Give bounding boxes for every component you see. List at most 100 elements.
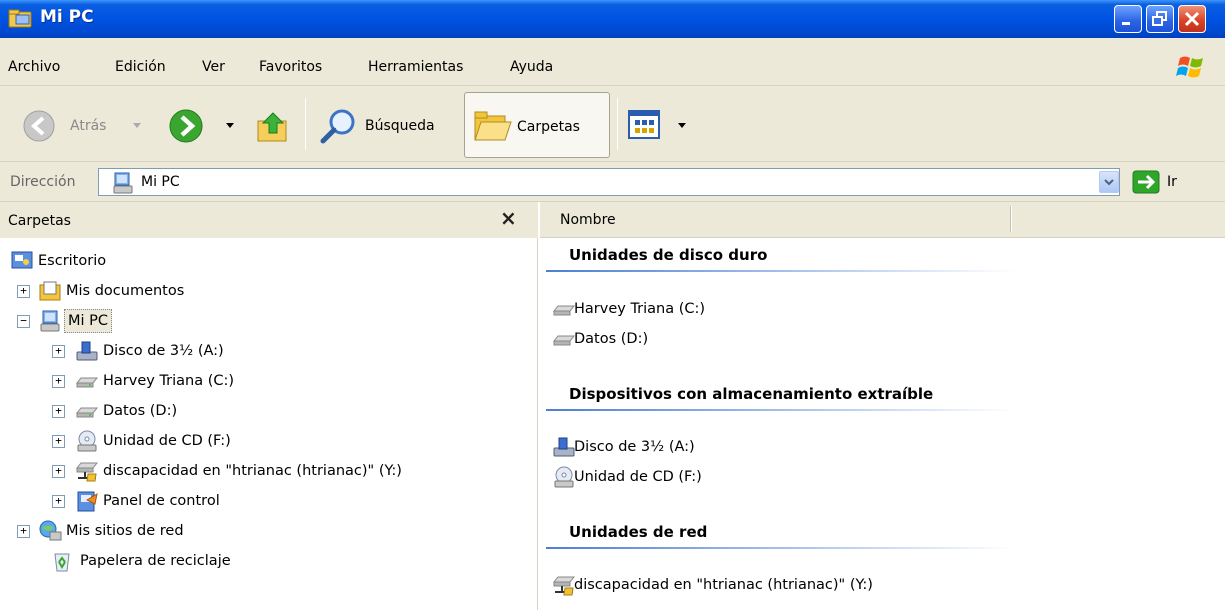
tree-item-escritorio[interactable]: Escritorio <box>0 248 500 276</box>
forward-dropdown-icon[interactable] <box>225 122 235 130</box>
tree-label: Mis documentos <box>66 283 185 299</box>
go-button-label[interactable]: Ir <box>1167 174 1177 190</box>
group-divider <box>546 547 1016 549</box>
list-item-label: discapacidad en "htrianac (htrianac)" (Y… <box>574 577 873 593</box>
tree-item-mis-sitios-de-red[interactable]: + Mis sitios de red <box>0 518 500 546</box>
expand-button[interactable]: + <box>52 495 65 508</box>
hard-drive-icon <box>75 407 99 418</box>
restore-button[interactable] <box>1146 5 1174 33</box>
expand-button[interactable]: + <box>17 525 30 538</box>
expand-button[interactable]: + <box>52 435 65 448</box>
window-title: Mi PC <box>40 7 94 27</box>
menu-favoritos[interactable]: Favoritos <box>259 59 322 75</box>
control-panel-icon <box>77 491 98 512</box>
menu-archivo[interactable]: Archivo <box>8 59 60 75</box>
hard-drive-icon <box>552 335 576 346</box>
tree-item-papelera[interactable]: Papelera de reciclaje <box>0 548 500 576</box>
tree-item-network-y[interactable]: + discapacidad en "htrianac (htrianac)" … <box>0 458 500 486</box>
folders-icon <box>474 111 512 141</box>
expand-button[interactable]: + <box>52 375 65 388</box>
floppy-icon <box>76 341 98 361</box>
search-icon[interactable] <box>318 106 358 146</box>
expand-button[interactable]: + <box>52 405 65 418</box>
menu-bar: Archivo Edición Ver Favoritos Herramient… <box>0 38 1225 86</box>
tree-label: Disco de 3½ (A:) <box>103 343 224 359</box>
address-dropdown-button[interactable] <box>1099 171 1119 193</box>
tree-label: Mis sitios de red <box>66 523 184 539</box>
group-title-removable: Dispositivos con almacenamiento extraíbl… <box>569 385 934 403</box>
group-divider <box>546 409 1016 411</box>
list-item-drive-c[interactable]: Harvey Triana (C:) <box>552 298 852 324</box>
expand-button[interactable]: + <box>17 285 30 298</box>
list-item-cd-f[interactable]: Unidad de CD (F:) <box>552 466 852 492</box>
tree-label: Unidad de CD (F:) <box>103 433 231 449</box>
group-divider <box>546 270 1016 272</box>
search-button-label[interactable]: Búsqueda <box>365 118 435 134</box>
column-resize-handle[interactable] <box>1010 206 1012 232</box>
forward-arrow-icon[interactable] <box>168 108 204 144</box>
close-icon <box>1184 11 1200 27</box>
toolbar-separator <box>305 98 306 150</box>
tree-label: Harvey Triana (C:) <box>103 373 235 389</box>
windows-logo-icon <box>1176 56 1203 78</box>
list-item-label: Disco de 3½ (A:) <box>574 439 695 455</box>
address-bar: Dirección Mi PC Ir <box>0 162 1225 202</box>
menu-edicion[interactable]: Edición <box>115 59 166 75</box>
group-title-hard-drives: Unidades de disco duro <box>569 246 768 264</box>
network-drive-icon <box>75 462 99 482</box>
go-arrow-icon[interactable] <box>1132 170 1160 194</box>
list-item-label: Unidad de CD (F:) <box>574 469 702 485</box>
folders-button[interactable]: Carpetas <box>464 92 610 158</box>
expand-button[interactable]: + <box>52 345 65 358</box>
list-item-drive-d[interactable]: Datos (D:) <box>552 328 852 354</box>
network-drive-icon <box>552 576 576 596</box>
tree-item-panel-de-control[interactable]: + Panel de control <box>0 488 500 516</box>
tree-item-mi-pc[interactable]: − Mi PC <box>0 308 500 336</box>
list-item-label: Harvey Triana (C:) <box>574 301 706 317</box>
tree-item-floppy-a[interactable]: + Disco de 3½ (A:) <box>0 338 500 366</box>
hard-drive-icon <box>75 377 99 388</box>
tree-item-drive-d[interactable]: + Datos (D:) <box>0 398 500 426</box>
collapse-button[interactable]: − <box>17 315 30 328</box>
minimize-button[interactable] <box>1114 5 1142 33</box>
menu-ayuda[interactable]: Ayuda <box>510 59 553 75</box>
column-header: Nombre <box>540 202 1225 238</box>
tree-label: discapacidad en "htrianac (htrianac)" (Y… <box>103 463 402 479</box>
menu-herramientas[interactable]: Herramientas <box>368 59 463 75</box>
address-value: Mi PC <box>141 174 180 190</box>
cd-drive-icon <box>554 466 574 488</box>
up-folder-icon[interactable] <box>255 107 293 145</box>
back-dropdown-icon[interactable] <box>132 122 142 130</box>
views-dropdown-icon[interactable] <box>677 122 687 130</box>
tree-item-drive-c[interactable]: + Harvey Triana (C:) <box>0 368 500 396</box>
views-icon[interactable] <box>628 110 662 140</box>
computer-icon <box>113 172 133 194</box>
address-input[interactable]: Mi PC <box>98 168 1120 196</box>
title-bar[interactable]: Mi PC <box>0 0 1225 38</box>
back-button-label[interactable]: Atrás <box>70 118 106 134</box>
tree-label: Mi PC <box>64 309 113 333</box>
back-arrow-icon[interactable] <box>22 109 56 143</box>
group-title-network-drives: Unidades de red <box>569 523 708 541</box>
tree-label: Escritorio <box>38 253 107 269</box>
network-places-icon <box>39 520 62 541</box>
toolbar-separator <box>617 98 618 150</box>
expand-button[interactable]: + <box>52 465 65 478</box>
list-item-network-y[interactable]: discapacidad en "htrianac (htrianac)" (Y… <box>552 574 972 600</box>
tree-label: Panel de control <box>103 493 220 509</box>
tree-item-mis-documentos[interactable]: + Mis documentos <box>0 278 500 306</box>
tree-item-cd-f[interactable]: + Unidad de CD (F:) <box>0 428 500 456</box>
folder-icon <box>39 281 61 301</box>
recycle-bin-icon <box>54 553 70 572</box>
menu-ver[interactable]: Ver <box>202 59 225 75</box>
folders-pane-header: Carpetas × <box>0 202 538 238</box>
column-header-name[interactable]: Nombre <box>560 212 616 228</box>
close-button[interactable] <box>1178 5 1206 33</box>
floppy-icon <box>553 437 575 457</box>
list-item-floppy-a[interactable]: Disco de 3½ (A:) <box>552 436 852 462</box>
standard-toolbar: Atrás Búsqueda Carpetas <box>0 86 1225 162</box>
minimize-icon <box>1122 22 1130 25</box>
content-pane: Nombre Unidades de disco duro Harvey Tri… <box>540 202 1225 610</box>
folders-pane-close-button[interactable]: × <box>500 206 517 230</box>
chevron-down-icon <box>1104 179 1114 186</box>
